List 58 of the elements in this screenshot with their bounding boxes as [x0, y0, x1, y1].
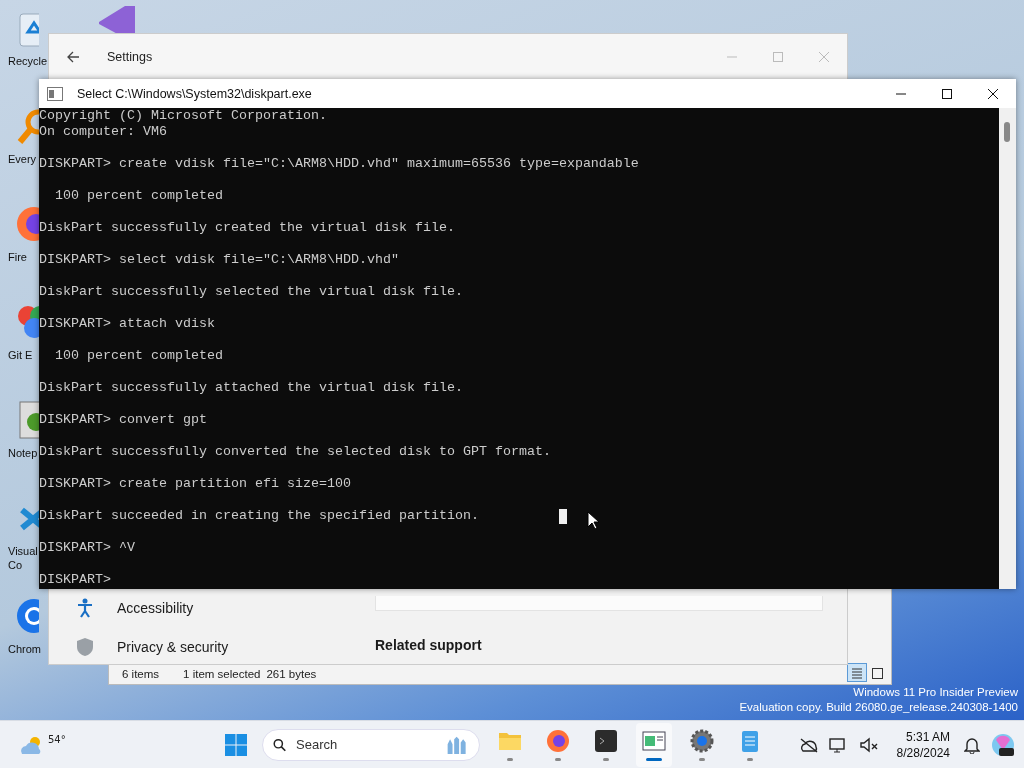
- console-line: Copyright (C) Microsoft Corporation.: [39, 108, 327, 124]
- console-line: On computer: VM6: [39, 124, 167, 140]
- start-icon[interactable]: [224, 732, 248, 757]
- console-line: DISKPART> convert gpt: [39, 412, 207, 428]
- temperature-text: 54°: [48, 733, 66, 745]
- scrollbar[interactable]: [999, 108, 1016, 589]
- window-title: Settings: [107, 50, 153, 64]
- taskbar-app-button[interactable]: [636, 722, 672, 767]
- cloud-off-icon[interactable]: [798, 736, 819, 753]
- terminal-icon: [593, 728, 619, 754]
- settings-icon: [689, 728, 715, 754]
- status-text: 261 bytes: [266, 668, 317, 680]
- text-cursor: [559, 509, 567, 524]
- nav-item[interactable]: Accessibility: [67, 594, 367, 622]
- console-icon: [47, 86, 63, 101]
- icon-label[interactable]: Visual: [8, 544, 38, 558]
- console-line: DiskPart successfully attached the virtual disk file.: [39, 380, 463, 396]
- console-line: DiskPart succeeded in creating the specified partition.: [39, 508, 479, 524]
- icon-label[interactable]: Recycle: [8, 54, 48, 68]
- console-line: DiskPart successfully selected the virtual disk file.: [39, 284, 463, 300]
- console-line: 100 percent completed: [54, 348, 223, 364]
- clock[interactable]: 5:31 AM 8/28/2024: [896, 728, 950, 761]
- icon-label[interactable]: Notep: [8, 446, 38, 460]
- mouse-pointer-icon: [587, 511, 599, 529]
- console-line: DiskPart successfully created the virtual disk file.: [39, 220, 455, 236]
- section-heading: Related support: [375, 637, 483, 653]
- back-arrow-icon[interactable]: [65, 49, 81, 65]
- maximize-icon[interactable]: [941, 87, 953, 100]
- console-line: 100 percent completed: [54, 188, 223, 204]
- copilot-icon[interactable]: [990, 731, 1016, 758]
- status-text: 1 item selected: [183, 668, 261, 680]
- console-line: DISKPART> create partition efi size=100: [39, 476, 351, 492]
- nav-item[interactable]: Privacy & security: [67, 633, 367, 661]
- console-line: DISKPART> ^V: [39, 540, 135, 556]
- icon-label[interactable]: Co: [8, 558, 23, 572]
- icon-label[interactable]: Every: [8, 152, 37, 166]
- search-field[interactable]: Search: [262, 728, 480, 761]
- window-title: Select C:\Windows\System32\diskpart.exe: [77, 86, 312, 101]
- bell-icon[interactable]: [964, 735, 980, 754]
- search-input[interactable]: Search: [294, 736, 439, 753]
- console-line: DiskPart successfully converted the selected disk to GPT format.: [39, 444, 551, 460]
- console-line: DISKPART> attach vdisk: [39, 316, 215, 332]
- search-icon: [273, 736, 287, 753]
- watermark-text: Windows 11 Pro Insider Preview: [852, 685, 1018, 700]
- icon-label[interactable]: Git E: [8, 348, 33, 362]
- icon-label[interactable]: Chrom: [8, 642, 41, 656]
- watermark-text: Evaluation copy. Build 26080.ge_release.240308-1400: [739, 700, 1018, 715]
- console-line: DISKPART>: [39, 572, 111, 588]
- status-text: 6 items: [122, 668, 160, 680]
- close-icon[interactable]: [987, 87, 999, 100]
- app-window-icon: [641, 728, 667, 754]
- shield-icon: [75, 637, 95, 657]
- icon-label[interactable]: Fire: [8, 250, 27, 264]
- console-line: DISKPART> create vdisk file="C:\ARM8\HDD.vhd" maximum=65536 type=expandable: [39, 156, 639, 172]
- console-line: DISKPART> select vdisk file="C:\ARM8\HDD.vhd": [39, 252, 399, 268]
- speaker-muted-icon[interactable]: [858, 735, 879, 754]
- scrollbar-thumb[interactable]: [1004, 122, 1010, 142]
- accessibility-icon: [75, 598, 95, 618]
